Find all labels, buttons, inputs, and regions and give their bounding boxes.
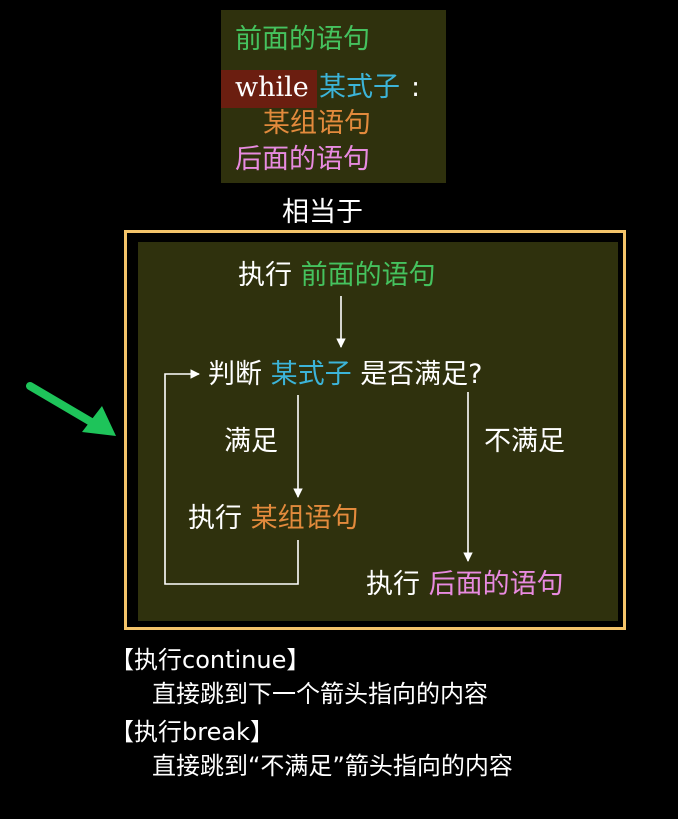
note-break-title: 【执行break】	[110, 718, 274, 746]
note-break-desc: 直接跳到“不满足”箭头指向的内容	[152, 752, 513, 780]
note-continue-title: 【执行continue】	[110, 646, 311, 674]
arrow-loop-back	[164, 369, 299, 585]
green-arrow-icon	[26, 382, 116, 436]
note-continue-desc: 直接跳到下一个箭头指向的内容	[152, 680, 488, 708]
